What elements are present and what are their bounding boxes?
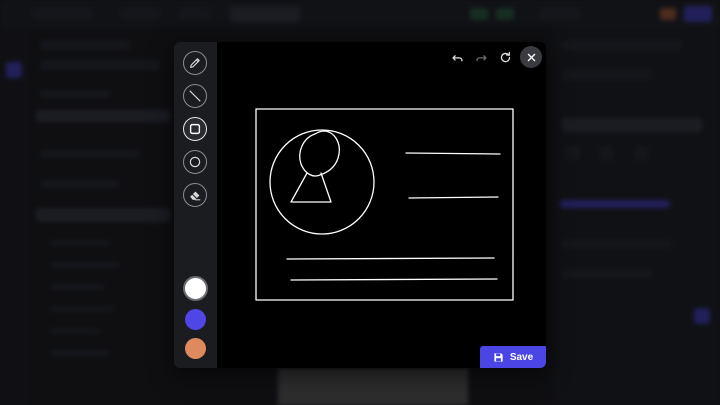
- color-swatch-indigo[interactable]: [185, 309, 206, 330]
- floppy-disk-icon: [494, 352, 503, 362]
- color-swatch-white[interactable]: [183, 276, 208, 301]
- line-icon: [189, 90, 201, 102]
- line-tool-button[interactable]: [183, 84, 207, 108]
- redo-button[interactable]: [472, 48, 490, 66]
- drawing-canvas[interactable]: [217, 42, 546, 368]
- rectangle-tool-button[interactable]: [183, 117, 207, 141]
- text-line-4: [290, 278, 498, 281]
- close-button[interactable]: [520, 46, 542, 68]
- text-line-1: [405, 152, 501, 155]
- close-icon: [527, 53, 535, 61]
- circle-icon: [189, 156, 201, 168]
- save-button-label: Save: [509, 351, 534, 363]
- color-swatch-orange[interactable]: [185, 338, 206, 359]
- sketch-drawing: [255, 108, 514, 301]
- pencil-icon: [190, 58, 200, 68]
- text-line-3: [286, 257, 495, 260]
- canvas-actions: [448, 46, 542, 68]
- avatar-circle: [269, 129, 375, 235]
- circle-tool-button[interactable]: [183, 150, 207, 174]
- avatar-head: [299, 130, 340, 177]
- avatar-body: [290, 172, 332, 203]
- refresh-icon: [500, 51, 510, 62]
- redo-icon: [475, 54, 487, 61]
- eraser-tool-button[interactable]: [183, 183, 207, 207]
- eraser-icon: [190, 191, 201, 201]
- undo-button[interactable]: [448, 48, 466, 66]
- text-line-2: [408, 196, 499, 199]
- rectangle-icon: [189, 123, 201, 135]
- refresh-button[interactable]: [496, 48, 514, 66]
- tool-palette: [174, 42, 217, 368]
- undo-icon: [451, 54, 463, 61]
- drawing-editor-modal: Save: [174, 42, 546, 368]
- pencil-tool-button[interactable]: [183, 51, 207, 75]
- save-button[interactable]: Save: [480, 346, 546, 368]
